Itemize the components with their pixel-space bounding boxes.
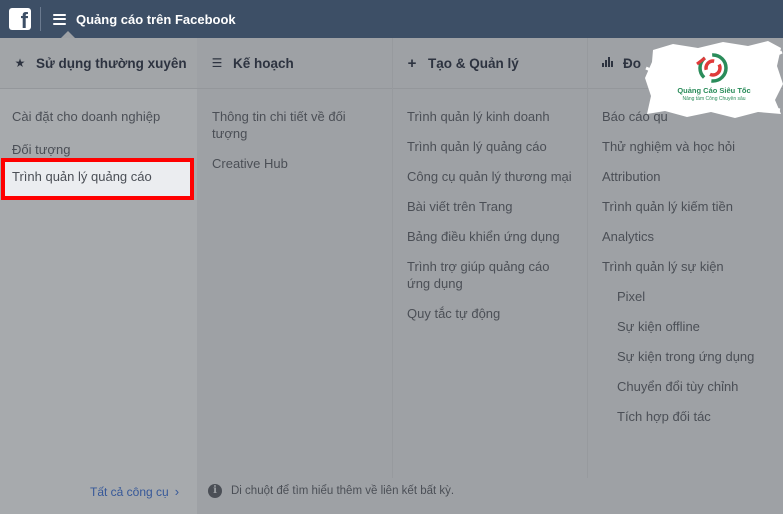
column-create-manage: + Tạo & Quản lý Trình quản lý kinh doanh… <box>392 38 587 514</box>
column-title: Sử dụng thường xuyên <box>36 55 187 71</box>
app-title[interactable]: Quảng cáo trên Facebook <box>76 12 236 27</box>
hover-tip: i Di chuột để tìm hiểu thêm về liên kết … <box>208 484 454 498</box>
menu-item[interactable]: Attribution <box>587 166 783 187</box>
menu-item[interactable]: Quy tắc tự động <box>392 303 587 324</box>
menu-item[interactable]: Analytics <box>587 226 783 247</box>
sub-menu-item[interactable]: Sự kiện offline <box>587 316 783 337</box>
menu-item[interactable]: Trình quản lý kinh doanh <box>392 106 587 127</box>
watermark-tagline: Nâng tầm Công Chuyên sâu <box>682 96 746 102</box>
menu-item[interactable]: Công cụ quản lý thương mại <box>392 166 587 187</box>
sub-menu-item[interactable]: Pixel <box>587 286 783 307</box>
sub-menu-item[interactable]: Tích hợp đối tác <box>587 406 783 427</box>
highlight-box: Trình quản lý quảng cáo <box>1 158 194 200</box>
hamburger-menu-icon[interactable] <box>53 13 66 25</box>
all-tools-link[interactable]: Tất cả công cụ › <box>90 484 179 499</box>
menu-caret <box>61 31 75 38</box>
column-header: + Tạo & Quản lý <box>392 38 587 89</box>
menu-item[interactable]: Bài viết trên Trang <box>392 196 587 217</box>
watermark-logo: Quảng Cáo Siêu Tốc Nâng tầm Công Chuyên … <box>643 38 783 120</box>
menu-item[interactable]: Creative Hub <box>197 153 392 174</box>
plus-icon: + <box>407 54 417 72</box>
sub-menu-item[interactable]: Sự kiện trong ứng dụng <box>587 346 783 367</box>
menu-item-ads-manager[interactable]: Trình quản lý quảng cáo <box>5 162 190 196</box>
menu-item[interactable]: Trình quản lý kiếm tiền <box>587 196 783 217</box>
menu-item[interactable]: Cài đặt cho doanh nghiệp <box>0 106 197 127</box>
bar-chart-icon <box>600 56 614 70</box>
column-title: Kế hoạch <box>233 55 294 71</box>
info-icon: i <box>208 484 222 498</box>
top-bar: f Quảng cáo trên Facebook <box>0 0 783 38</box>
menu-item[interactable]: Trình quản lý quảng cáo <box>392 136 587 157</box>
facebook-logo-icon[interactable]: f <box>9 8 31 32</box>
column-title: Đo <box>623 55 641 71</box>
column-divider <box>392 38 393 478</box>
all-tools-label: Tất cả công cụ <box>90 484 169 499</box>
column-frequently-used: ★ Sử dụng thường xuyên Cài đặt cho doanh… <box>0 38 197 514</box>
hover-tip-text: Di chuột để tìm hiểu thêm về liên kết bấ… <box>231 485 455 497</box>
column-header: ☰ Kế hoạch <box>197 38 392 89</box>
menu-item[interactable]: Trình trợ giúp quảng cáo ứng dụng <box>392 256 587 294</box>
menu-items: Báo cáo qu Thử nghiệm và học hỏi Attribu… <box>587 102 783 427</box>
sub-menu-item[interactable]: Chuyển đổi tùy chỉnh <box>587 376 783 397</box>
menu-items: Thông tin chi tiết về đối tượng Creative… <box>197 102 392 174</box>
column-title: Tạo & Quản lý <box>428 55 519 71</box>
star-icon: ★ <box>14 56 26 70</box>
menu-items: Trình quản lý kinh doanh Trình quản lý q… <box>392 102 587 324</box>
divider <box>40 7 41 31</box>
menu-item[interactable]: Thông tin chi tiết về đối tượng <box>197 106 392 144</box>
column-plan: ☰ Kế hoạch Thông tin chi tiết về đối tượ… <box>197 38 392 514</box>
list-icon: ☰ <box>211 56 223 70</box>
menu-item[interactable]: Trình quản lý sự kiện <box>587 256 783 277</box>
watermark-brand: Quảng Cáo Siêu Tốc <box>677 86 751 95</box>
chevron-right-icon: › <box>174 484 180 499</box>
menu-items: Cài đặt cho doanh nghiệp Đối tượng <box>0 102 197 160</box>
menu-item[interactable]: Bảng điều khiển ứng dụng <box>392 226 587 247</box>
menu-item[interactable]: Thử nghiệm và học hỏi <box>587 136 783 157</box>
column-divider <box>587 38 588 478</box>
column-header: ★ Sử dụng thường xuyên <box>0 38 197 89</box>
menu-item[interactable]: Đối tượng <box>0 139 197 160</box>
